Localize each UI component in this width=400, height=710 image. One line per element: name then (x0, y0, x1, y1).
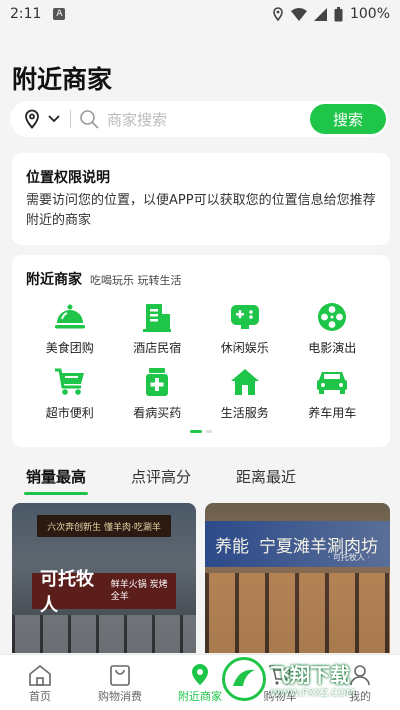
shopping-cart-icon (54, 366, 86, 398)
sort-tabs: 销量最高 点评高分 距离最近 (23, 466, 296, 495)
category-label: 休闲娱乐 (220, 341, 269, 355)
category-life-service[interactable]: 生活服务 (201, 366, 289, 421)
location-pin-icon (190, 662, 210, 688)
category-car[interactable]: 养车用车 (289, 366, 377, 421)
watermark-text: 飞翔下载 (270, 663, 350, 687)
food-dome-icon (54, 301, 86, 333)
category-leisure[interactable]: 休闲娱乐 (201, 301, 289, 356)
category-medicine[interactable]: 看病买药 (114, 366, 202, 421)
shop-top-sign: 六次奔创新生 懂羊肉·吃涮羊 (37, 515, 171, 537)
watermark-url: WWW.FXXZ.COM (270, 688, 355, 699)
watermark-logo-icon (222, 657, 266, 701)
search-bar: 商家搜索 搜索 (10, 101, 388, 137)
category-label: 电影演出 (308, 341, 357, 355)
battery-percent: 100% (349, 6, 390, 22)
car-icon (316, 366, 348, 398)
shop-card[interactable]: 养能 宁夏滩羊涮肉坊 · 可托牧人 · (205, 503, 390, 653)
nav-shopping[interactable]: 购物消费 (80, 655, 160, 710)
category-label: 看病买药 (133, 406, 182, 420)
category-movie[interactable]: 电影演出 (289, 301, 377, 356)
location-selector[interactable] (24, 109, 60, 129)
signal-icon (313, 7, 327, 21)
tab-top-sales[interactable]: 销量最高 (23, 466, 89, 495)
category-food[interactable]: 美食团购 (26, 301, 114, 356)
film-reel-icon (316, 301, 348, 333)
search-icon (80, 110, 99, 129)
divider (70, 110, 71, 128)
tab-nearest[interactable]: 距离最近 (236, 466, 296, 487)
location-status-icon (273, 7, 283, 21)
nav-home[interactable]: 首页 (0, 655, 80, 710)
shop-sign-text: 可托牧人 (40, 569, 94, 616)
wifi-icon (290, 7, 307, 21)
shop-sign-sub: · 可托牧人 · (327, 553, 370, 562)
category-label: 酒店民宿 (133, 341, 182, 355)
watermark: 飞翔下载 WWW.FXXZ.COM (222, 652, 392, 706)
search-input[interactable]: 商家搜索 (107, 109, 310, 130)
nav-label: 首页 (29, 689, 51, 703)
notification-a-icon: A (53, 8, 66, 20)
permission-card: 位置权限说明 需要访问您的位置，以便APP可以获取您的位置信息给您推荐附近的商家 (12, 153, 390, 245)
page-indicator (190, 430, 212, 433)
nav-label: 购物消费 (98, 689, 142, 703)
shop-photo (12, 615, 196, 653)
shop-card[interactable]: 六次奔创新生 懂羊肉·吃涮羊 可托牧人 鲜羊火锅 炭烤全羊 (12, 503, 196, 653)
shop-sign: 养能 宁夏滩羊涮肉坊 · 可托牧人 · (205, 521, 390, 567)
page-dot (206, 430, 212, 433)
shop-photo (205, 573, 390, 653)
nearby-title: 附近商家 (26, 272, 82, 288)
category-hotel[interactable]: 酒店民宿 (114, 301, 202, 356)
shop-sign-left: 养能 (215, 536, 249, 557)
permission-body: 需要访问您的位置，以便APP可以获取您的位置信息给您推荐附近的商家 (26, 193, 376, 228)
category-label: 超市便利 (45, 406, 94, 420)
category-label: 养车用车 (308, 406, 357, 420)
permission-title: 位置权限说明 (26, 170, 110, 186)
location-pin-icon (25, 109, 39, 129)
category-label: 生活服务 (220, 406, 269, 420)
search-button[interactable]: 搜索 (310, 104, 386, 134)
status-bar: 2:11 A 100% (0, 0, 400, 28)
shopping-bag-icon (109, 662, 131, 688)
battery-icon (334, 6, 343, 21)
nearby-subtitle: 吃喝玩乐 玩转生活 (90, 274, 182, 287)
category-supermarket[interactable]: 超市便利 (26, 366, 114, 421)
hotel-building-icon (141, 301, 173, 333)
category-label: 美食团购 (45, 341, 94, 355)
home-icon (28, 662, 52, 688)
gamepad-icon (229, 301, 261, 333)
tab-top-rated[interactable]: 点评高分 (131, 466, 191, 487)
status-time: 2:11 (10, 6, 42, 22)
medicine-icon (141, 366, 173, 398)
nav-label: 附近商家 (178, 689, 222, 703)
house-icon (229, 366, 261, 398)
page-dot-active (190, 430, 202, 433)
nearby-categories-card: 附近商家 吃喝玩乐 玩转生活 美食团购 酒店民宿 休闲娱乐 电影演出 超市便利 … (12, 255, 390, 447)
chevron-down-icon (48, 115, 60, 123)
shop-sign-small: 鲜羊火锅 炭烤全羊 (110, 580, 168, 602)
shop-sign: 可托牧人 鲜羊火锅 炭烤全羊 (32, 569, 176, 616)
